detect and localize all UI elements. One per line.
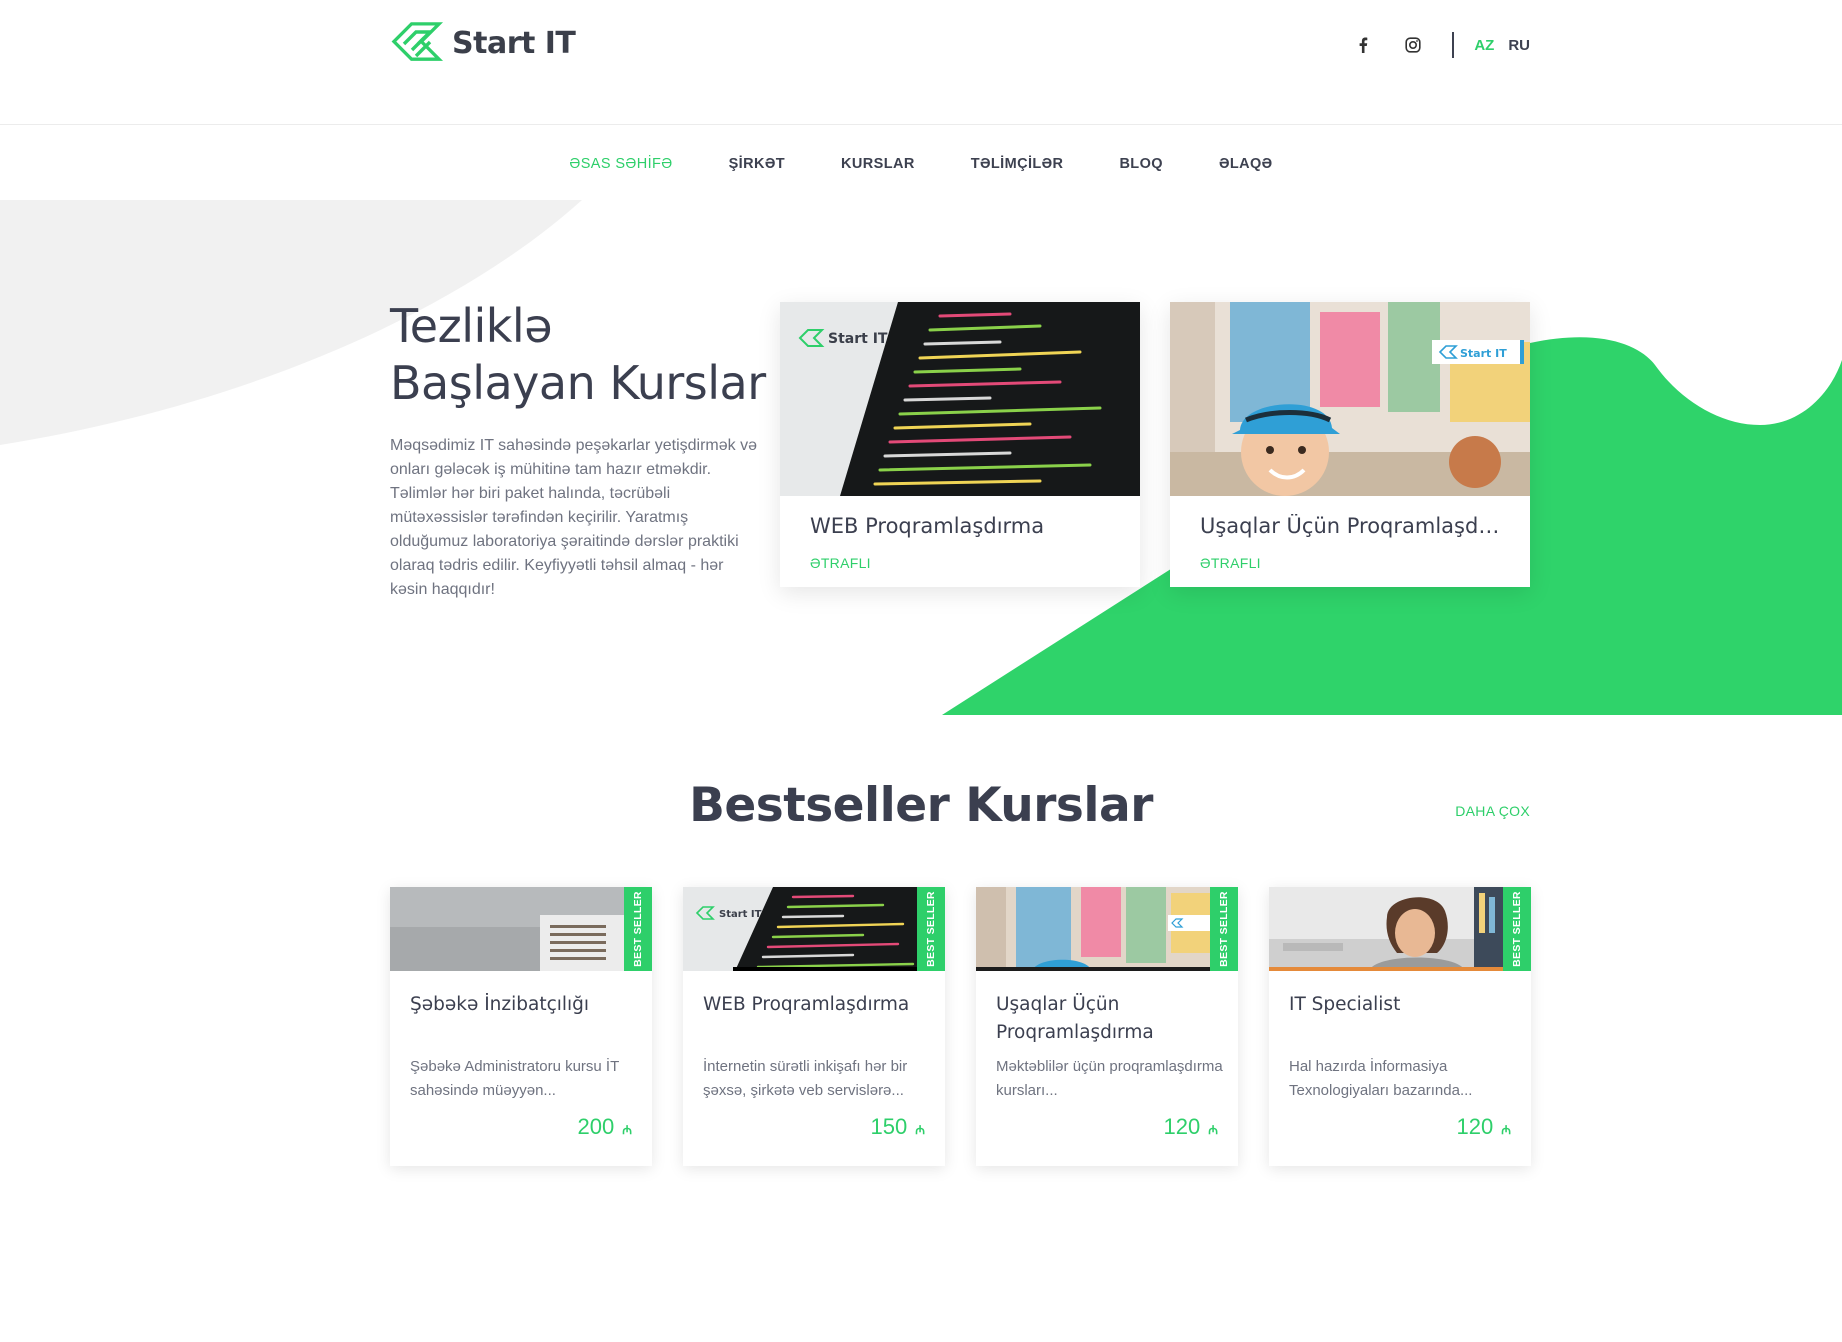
nav-trainers[interactable]: TƏLİMÇİLƏR — [971, 156, 1064, 172]
price-value: 120 — [1456, 1114, 1494, 1139]
laptop-code-image: Start IT — [780, 302, 1140, 496]
card-more-link[interactable]: ƏTRAFLI — [1200, 555, 1261, 571]
course-image-web: Start IT — [780, 302, 1140, 496]
course-image: BEST SELLER — [390, 887, 652, 971]
course-name: Şəbəkə İnzibatçılığı — [410, 994, 590, 1015]
top-header: Start IT AZ RU — [0, 0, 1842, 125]
course-image: BEST SELLER — [976, 887, 1238, 971]
nav-blog[interactable]: BLOQ — [1119, 156, 1163, 172]
server-image — [390, 887, 652, 971]
course-price: 120 ₼ — [1164, 1114, 1218, 1140]
hero-title-line2: Başlayan Kurslar — [390, 356, 766, 410]
logo-text: Start IT — [452, 25, 576, 61]
card-more-link[interactable]: ƏTRAFLI — [810, 555, 871, 571]
nav-contact[interactable]: ƏLAQƏ — [1219, 156, 1273, 172]
course-image-kids: Start IT — [1170, 302, 1530, 496]
course-price: 150 ₼ — [871, 1114, 925, 1140]
upcoming-course-card[interactable]: Start IT Uşaqlar Üçün Proqramlaşdırma ƏT… — [1170, 302, 1530, 587]
nav-home[interactable]: ƏSAS SƏHİFƏ — [569, 156, 672, 172]
bestseller-ribbon: BEST SELLER — [624, 887, 652, 971]
course-card[interactable]: BEST SELLER Uşaqlar Üçün Proqramlaşdırma… — [976, 887, 1238, 1166]
manat-icon: ₼ — [915, 1123, 925, 1137]
specialist-photo-image — [1269, 887, 1531, 971]
divider — [1452, 32, 1455, 58]
upcoming-course-card[interactable]: Start IT WEB Proqramlaşdırma ƏTRAFLI — [780, 302, 1140, 587]
facebook-icon[interactable] — [1350, 32, 1376, 58]
course-description: Məktəblilər üçün proqramlaşdırma kurslar… — [996, 1058, 1223, 1099]
course-card[interactable]: Start IT BEST SELLER WEB Proqramlaşdırma… — [683, 887, 945, 1166]
lang-az[interactable]: AZ — [1474, 37, 1494, 54]
bestseller-ribbon: BEST SELLER — [1503, 887, 1531, 971]
course-description: İnternetin sürətli inkişafı hər bir şəxs… — [703, 1058, 908, 1099]
kid-photo-image: Start IT — [1170, 302, 1530, 496]
card-title: Uşaqlar Üçün Proqramlaşdırma — [1200, 514, 1505, 538]
section-title: Bestseller Kurslar — [689, 778, 1153, 833]
course-card[interactable]: BEST SELLER Şəbəkə İnzibatçılığı Şəbəkə … — [390, 887, 652, 1166]
course-card[interactable]: BEST SELLER IT Specialist Hal hazırda İn… — [1269, 887, 1531, 1166]
course-price: 200 ₼ — [578, 1114, 632, 1140]
image-logo-text: Start IT — [828, 331, 888, 347]
course-price: 120 ₼ — [1457, 1114, 1511, 1140]
price-value: 150 — [870, 1114, 908, 1139]
image-logo-text: Start IT — [719, 909, 762, 920]
lang-ru[interactable]: RU — [1508, 37, 1530, 54]
hero-title: Tezliklə Başlayan Kurslar — [390, 298, 770, 412]
kid-photo-image — [976, 887, 1238, 971]
site-logo[interactable]: Start IT — [390, 20, 576, 66]
course-description: Hal hazırda İnformasiya Texnologiyaları … — [1289, 1058, 1473, 1099]
price-value: 120 — [1163, 1114, 1201, 1139]
manat-icon: ₼ — [622, 1123, 632, 1137]
logo-icon — [391, 22, 444, 61]
hero-title-line1: Tezliklə — [390, 299, 553, 353]
course-image: Start IT BEST SELLER — [683, 887, 945, 971]
course-image: BEST SELLER — [1269, 887, 1531, 971]
card-title: WEB Proqramlaşdırma — [810, 514, 1045, 538]
nav-company[interactable]: ŞİRKƏT — [729, 156, 785, 172]
header-utilities: AZ RU — [1326, 32, 1530, 58]
laptop-code-image: Start IT — [683, 887, 945, 971]
manat-icon: ₼ — [1501, 1123, 1511, 1137]
hero-description: Məqsədimiz IT sahəsində peşəkarlar yetiş… — [390, 437, 757, 598]
bestseller-ribbon: BEST SELLER — [1210, 887, 1238, 971]
manat-icon: ₼ — [1208, 1123, 1218, 1137]
course-name: Uşaqlar Üçün Proqramlaşdırma — [996, 994, 1154, 1043]
more-courses-link[interactable]: DAHA ÇOX — [1455, 803, 1530, 819]
price-value: 200 — [577, 1114, 615, 1139]
bestseller-ribbon: BEST SELLER — [917, 887, 945, 971]
course-name: IT Specialist — [1289, 994, 1401, 1015]
course-description: Şəbəkə Administratoru kursu İT sahəsində… — [410, 1058, 619, 1099]
image-logo-text: Start IT — [1460, 347, 1507, 360]
main-nav: ƏSAS SƏHİFƏ ŞİRKƏT KURSLAR TƏLİMÇİLƏR BL… — [0, 126, 1842, 202]
nav-courses[interactable]: KURSLAR — [841, 156, 915, 172]
instagram-icon[interactable] — [1400, 32, 1426, 58]
course-name: WEB Proqramlaşdırma — [703, 994, 910, 1015]
